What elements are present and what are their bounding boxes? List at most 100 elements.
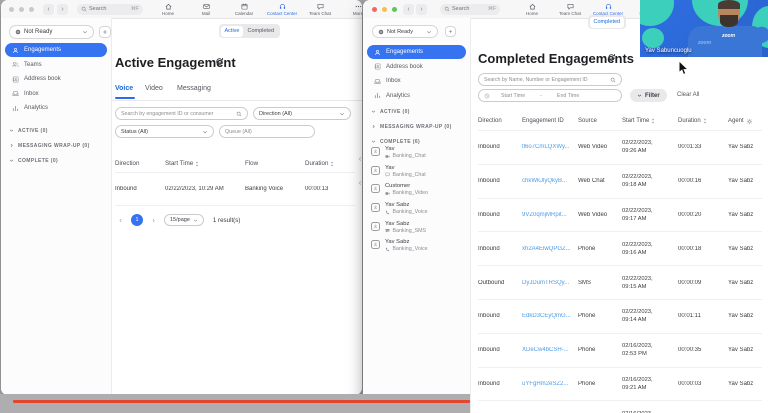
sidebar-item-address-book[interactable]: Address book bbox=[367, 60, 466, 74]
back-button[interactable]: ‹ bbox=[403, 3, 414, 15]
left-nav-mail[interactable]: Mail bbox=[187, 0, 225, 18]
tab-voice[interactable]: Voice bbox=[115, 85, 133, 92]
status-dropdown[interactable]: Not Ready bbox=[9, 25, 94, 39]
right-nav-home[interactable]: Home bbox=[513, 0, 551, 18]
sidebar-item-address-book[interactable]: Address book bbox=[5, 72, 107, 86]
sidebar-item-engagements[interactable]: Engagements bbox=[5, 43, 107, 57]
traffic-close-button[interactable] bbox=[9, 6, 14, 12]
tab-messaging[interactable]: Messaging bbox=[177, 85, 211, 92]
tab-active[interactable]: Active bbox=[220, 25, 244, 37]
tab-completed[interactable]: Completed bbox=[589, 16, 625, 28]
traffic-zoom-button[interactable] bbox=[29, 6, 34, 12]
table-row[interactable]: Outbound DyJDumTRSQy... SMS 02/22/2023, 09:1… bbox=[478, 265, 762, 299]
left-nav-home[interactable]: Home bbox=[149, 0, 187, 18]
table-row[interactable]: Inbound chkWkJlyQkyB... Web Chat 02/22/2023… bbox=[478, 163, 762, 198]
sort-icon[interactable] bbox=[703, 118, 707, 124]
search-input[interactable]: Search ⌘F bbox=[440, 3, 500, 15]
sort-icon[interactable] bbox=[651, 118, 655, 124]
table-row[interactable]: Inbound tl6o7CmLQXWy... Web Video 02/22/202… bbox=[478, 130, 762, 164]
column-header-agent[interactable]: Agent bbox=[728, 118, 761, 125]
engagement-id-link[interactable]: uYFgHm2eSZ2... bbox=[522, 381, 578, 387]
chevron-down-icon bbox=[371, 139, 376, 144]
column-header-start-time[interactable]: Start Time bbox=[165, 160, 245, 167]
traffic-minimize-button[interactable] bbox=[19, 6, 24, 12]
sidebar-section-messaging-wrap-up-0[interactable]: MESSAGING WRAP-UP (0) bbox=[363, 119, 470, 134]
sidebar-section-active-0[interactable]: ACTIVE (0) bbox=[363, 104, 470, 119]
traffic-zoom-button[interactable] bbox=[392, 6, 397, 12]
page-size-dropdown[interactable]: 15/page bbox=[164, 214, 204, 226]
table-row[interactable]: Inbound EdkD3CEyQmG... Phone 02/22/2023, 09:… bbox=[478, 298, 762, 333]
table-row[interactable]: Inbound 9VZ0qmjMRpit... Web Video 02/22/202… bbox=[478, 197, 762, 232]
sort-icon[interactable] bbox=[330, 160, 334, 167]
cell-direction: Inbound bbox=[478, 178, 500, 185]
next-page-button[interactable] bbox=[148, 215, 159, 226]
left-nav-contact-center[interactable]: Contact Center bbox=[263, 0, 301, 18]
forward-button[interactable]: › bbox=[416, 3, 427, 15]
table-row[interactable]: Inbound 02/22/2023, 10:29 AM Banking Voice… bbox=[115, 172, 355, 206]
add-button[interactable] bbox=[99, 26, 111, 38]
status-filter-dropdown[interactable]: Status (All) bbox=[115, 125, 214, 138]
sidebar-item-teams[interactable]: Teams bbox=[5, 58, 107, 72]
status-dropdown[interactable]: Not Ready bbox=[372, 25, 438, 38]
sidebar-section-active-0[interactable]: ACTIVE (0) bbox=[1, 123, 111, 138]
refresh-icon[interactable] bbox=[607, 53, 616, 62]
engagement-list-item[interactable]: Customer Banking_Video bbox=[363, 183, 470, 202]
engagement-list-item[interactable]: Yav Sabz Banking_Voice bbox=[363, 239, 470, 258]
column-header-duration[interactable]: Duration bbox=[305, 160, 352, 167]
sidebar-item-inbox[interactable]: Inbox bbox=[367, 74, 466, 88]
back-button[interactable]: ‹ bbox=[43, 3, 54, 15]
sidebar-section-messaging-wrap-up-0[interactable]: MESSAGING WRAP-UP (0) bbox=[1, 138, 111, 153]
engagement-list-item[interactable]: Yav Banking_Chat bbox=[363, 165, 470, 184]
chat-icon bbox=[567, 3, 574, 10]
engagement-id-link[interactable]: chkWkJlyQkyB... bbox=[522, 178, 578, 184]
traffic-minimize-button[interactable] bbox=[382, 6, 387, 12]
traffic-close-button[interactable] bbox=[372, 6, 377, 12]
panel-collapse-icon[interactable] bbox=[357, 156, 363, 162]
column-header-duration[interactable]: Duration bbox=[678, 118, 728, 124]
sidebar-section-complete-0[interactable]: COMPLETE (0) bbox=[1, 153, 111, 168]
refresh-icon[interactable] bbox=[215, 57, 224, 66]
page-number-button[interactable]: 1 bbox=[131, 214, 143, 226]
filter-button[interactable]: Filter bbox=[630, 89, 667, 102]
left-nav-more[interactable]: More bbox=[339, 0, 362, 18]
engagement-id-link[interactable]: DyJDumTRSQy... bbox=[522, 280, 578, 286]
tab-completed[interactable]: Completed bbox=[243, 26, 278, 37]
right-nav-team-chat[interactable]: Team Chat bbox=[551, 0, 589, 18]
engagement-list-item[interactable]: Yav Banking_Chat bbox=[363, 146, 470, 165]
engagement-id-link[interactable]: tl6o7CmLQXWy... bbox=[522, 144, 578, 150]
engagement-id-link[interactable]: XDeCw4bCSH-... bbox=[522, 347, 578, 353]
engagement-list-item[interactable]: Yav Sabz Banking_Voice bbox=[363, 202, 470, 221]
prev-page-button[interactable] bbox=[115, 215, 126, 226]
table-row[interactable]: InboundQOpcpEGSSoK...Web Video02/16/2023… bbox=[478, 400, 762, 413]
sidebar-item-engagements[interactable]: Engagements bbox=[367, 45, 466, 59]
left-nav-team-chat[interactable]: Team Chat bbox=[301, 0, 339, 18]
table-row[interactable]: Inbound XDeCw4bCSH-... Phone 02/16/2023, 02:… bbox=[478, 332, 762, 367]
sidebar-item-analytics[interactable]: Analytics bbox=[367, 89, 466, 103]
column-header-start-time[interactable]: Start Time bbox=[622, 118, 678, 124]
cell-start-time: 02/22/2023, 09:18 AM bbox=[622, 174, 653, 189]
completed-search-input[interactable]: Search by Name, Number or Engagement ID bbox=[478, 73, 622, 86]
date-range-input[interactable]: Start Time - End Time bbox=[478, 89, 622, 102]
panel-collapse-icon[interactable] bbox=[357, 180, 363, 186]
engagement-id-link[interactable]: 9VZ0qmjMRpit... bbox=[522, 212, 578, 218]
sort-icon[interactable] bbox=[195, 160, 199, 167]
queue-filter-input[interactable]: Queue (All) bbox=[219, 125, 315, 138]
cell-agent: Yav Sabz bbox=[728, 279, 754, 286]
clear-all-button[interactable]: Clear All bbox=[677, 92, 699, 98]
direction-filter-dropdown[interactable]: Direction (All) bbox=[253, 107, 351, 120]
add-button[interactable] bbox=[445, 26, 456, 37]
search-input[interactable]: Search ⌘F bbox=[77, 3, 143, 15]
engagement-id-link[interactable]: EdkD3CEyQmG... bbox=[522, 313, 578, 319]
forward-button[interactable]: › bbox=[57, 3, 68, 15]
engagement-list-item[interactable]: Yav Sabz Banking_SMS bbox=[363, 221, 470, 240]
column-settings-gear-icon[interactable] bbox=[746, 118, 753, 125]
engagement-search-input[interactable]: Search by engagement ID or consumer bbox=[115, 107, 248, 120]
sidebar-item-inbox[interactable]: Inbox bbox=[5, 87, 107, 101]
engagement-id-link[interactable]: xh2A4ElwQPGZ... bbox=[522, 246, 578, 252]
sidebar-item-analytics[interactable]: Analytics bbox=[5, 101, 107, 115]
table-row[interactable]: Inbound xh2A4ElwQPGZ... Phone 02/22/2023, 09… bbox=[478, 231, 762, 265]
left-nav-calendar[interactable]: Calendar bbox=[225, 0, 263, 18]
tab-video[interactable]: Video bbox=[145, 85, 163, 92]
table-row[interactable]: Inbound uYFgHm2eSZ2... Phone 02/16/2023, 09:… bbox=[478, 366, 762, 401]
engagement-queue: Banking_Voice bbox=[392, 209, 428, 216]
